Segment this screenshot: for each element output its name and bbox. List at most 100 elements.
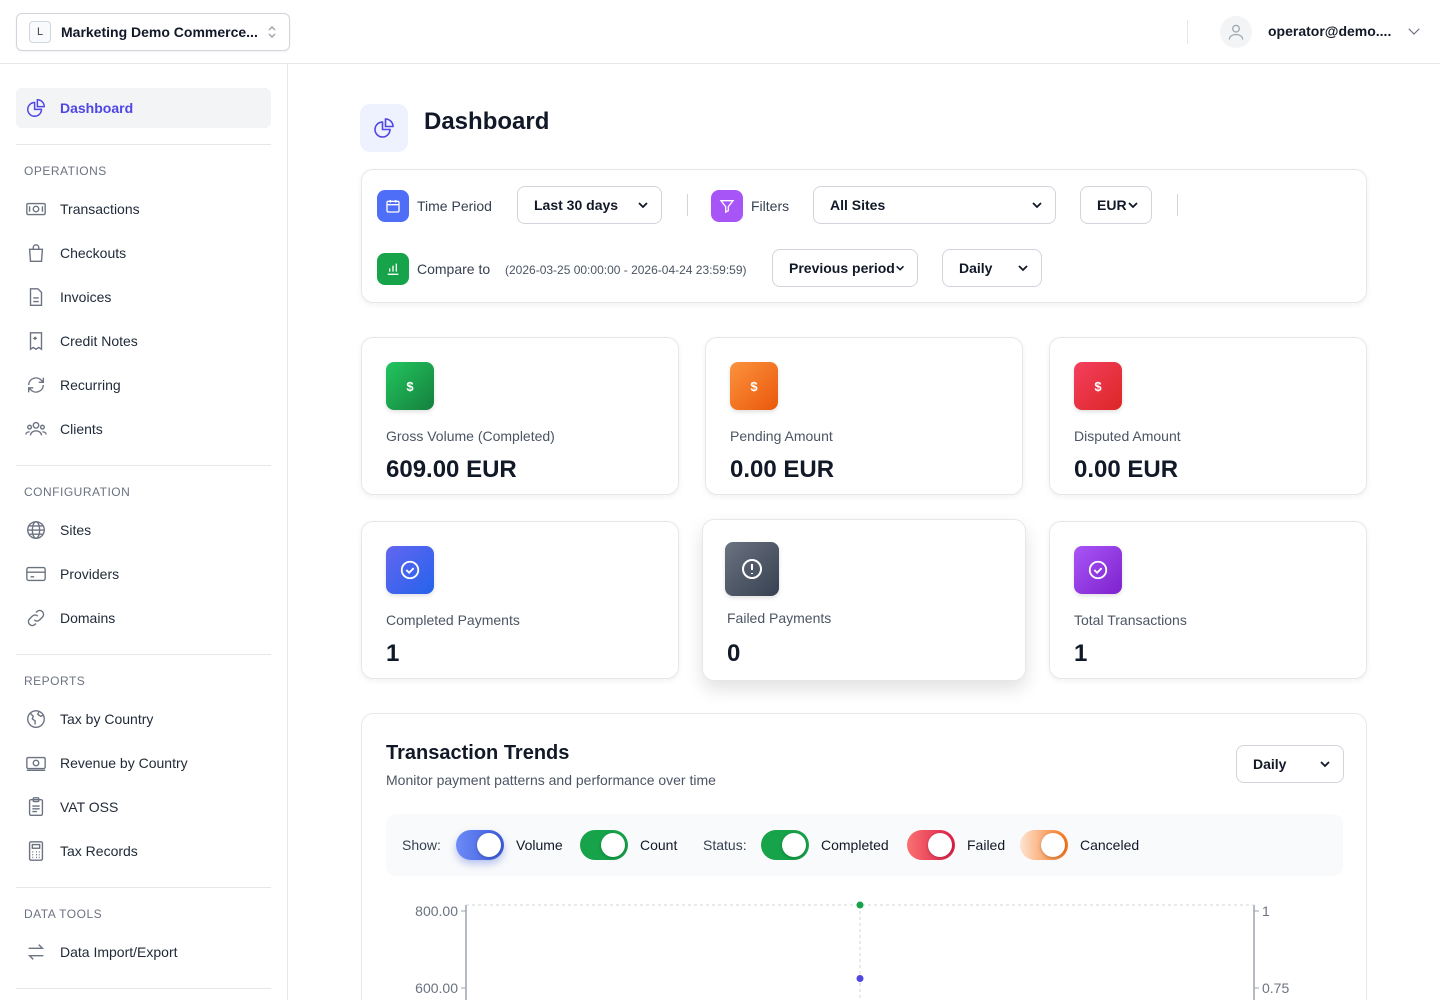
- check-circle-icon: [386, 546, 434, 594]
- sites-select[interactable]: All Sites: [813, 186, 1056, 224]
- currency-value: EUR: [1097, 197, 1127, 213]
- dollar-icon: $: [1074, 362, 1122, 410]
- sidebar-item-label: Checkouts: [60, 245, 127, 261]
- chevron-down-icon[interactable]: [1405, 22, 1423, 45]
- sidebar-item-label: Recurring: [60, 377, 121, 393]
- funnel-icon: [711, 190, 743, 222]
- chevron-up-down-icon: [267, 25, 277, 39]
- time-period-label: Time Period: [417, 198, 492, 214]
- stat-value: 1: [386, 640, 400, 667]
- stat-label: Failed Payments: [727, 610, 832, 626]
- filter-separator: [687, 194, 688, 216]
- stat-card-disputed-amount: $ Disputed Amount 0.00 EUR: [1049, 337, 1367, 495]
- sidebar-item-label: Credit Notes: [60, 333, 138, 349]
- right-axis-tick-label: 0.75: [1262, 980, 1289, 996]
- sidebar-item-data-import-export[interactable]: Data Import/Export: [16, 932, 271, 972]
- site-name: Marketing Demo Commerce...: [61, 24, 258, 40]
- stat-value: 0: [727, 640, 741, 667]
- left-axis-tick-label: 800.00: [415, 903, 458, 919]
- credit-card-icon: [24, 562, 48, 586]
- sidebar-item-checkouts[interactable]: Checkouts: [16, 233, 271, 273]
- link-icon: [24, 606, 48, 630]
- stat-card-gross-volume: $ Gross Volume (Completed) 609.00 EUR: [361, 337, 679, 495]
- chevron-down-icon: [895, 265, 904, 271]
- stat-label: Total Transactions: [1074, 612, 1187, 628]
- data-point-count: [856, 901, 864, 909]
- stat-value: 0.00 EUR: [1074, 456, 1179, 483]
- check-circle-icon: [1074, 546, 1122, 594]
- sidebar-item-vat-oss[interactable]: VAT OSS: [16, 787, 271, 827]
- filters-label: Filters: [751, 198, 790, 214]
- clipboard-icon: [24, 795, 48, 819]
- sidebar-item-label: Invoices: [60, 289, 112, 305]
- site-badge: L: [29, 21, 51, 43]
- sites-value: All Sites: [830, 197, 886, 213]
- sidebar-item-invoices[interactable]: Invoices: [16, 277, 271, 317]
- compare-range: (2026-03-25 00:00:00 - 2026-04-24 23:59:…: [505, 263, 747, 277]
- stat-label: Disputed Amount: [1074, 428, 1181, 444]
- calculator-icon: [24, 839, 48, 863]
- sidebar-item-credit-notes[interactable]: Credit Notes: [16, 321, 271, 361]
- section-title-reports: REPORTS: [24, 674, 86, 688]
- sidebar-item-recurring[interactable]: Recurring: [16, 365, 271, 405]
- sidebar-item-tax-by-country[interactable]: Tax by Country: [16, 699, 271, 739]
- chart-bar-icon: [377, 253, 409, 285]
- receipt-refund-icon: [24, 329, 48, 353]
- sidebar-item-transactions[interactable]: Transactions: [16, 189, 271, 229]
- sidebar-divider: [16, 988, 271, 989]
- filter-separator: [1177, 194, 1178, 216]
- dollar-icon: $: [730, 362, 778, 410]
- calendar-icon: [377, 190, 409, 222]
- user-icon[interactable]: [1220, 16, 1252, 48]
- banknotes-icon: [24, 751, 48, 775]
- chart-pie-icon: [24, 96, 48, 120]
- sidebar-divider: [16, 887, 271, 888]
- sidebar-item-label: Tax by Country: [60, 711, 154, 727]
- stat-label: Completed Payments: [386, 612, 520, 628]
- granularity-select[interactable]: Daily: [942, 249, 1042, 287]
- filters-card: Time Period Last 30 days Filters All Sit…: [361, 169, 1367, 303]
- section-title-operations: OPERATIONS: [24, 164, 107, 178]
- sidebar-item-providers[interactable]: Providers: [16, 554, 271, 594]
- sidebar-item-label: Domains: [60, 610, 116, 626]
- transaction-trends-card: Transaction Trends Monitor payment patte…: [361, 713, 1367, 1000]
- sidebar-item-dashboard[interactable]: Dashboard: [16, 88, 271, 128]
- right-axis-tick-label: 1: [1262, 903, 1270, 919]
- currency-select[interactable]: EUR: [1080, 186, 1152, 224]
- time-period-value: Last 30 days: [534, 197, 619, 213]
- sidebar-item-revenue-by-country[interactable]: Revenue by Country: [16, 743, 271, 783]
- stat-value: 1: [1074, 640, 1088, 667]
- stat-value: 609.00 EUR: [386, 456, 517, 483]
- stat-label: Gross Volume (Completed): [386, 428, 555, 444]
- stat-card-pending-amount: $ Pending Amount 0.00 EUR: [705, 337, 1023, 495]
- sidebar-item-clients[interactable]: Clients: [16, 409, 271, 449]
- compare-value: Previous period: [789, 260, 895, 276]
- compare-select[interactable]: Previous period: [772, 249, 918, 287]
- stat-value: 0.00 EUR: [730, 456, 835, 483]
- chevron-down-icon: [1018, 265, 1028, 272]
- sidebar-divider: [16, 465, 271, 466]
- page-title: Dashboard: [424, 108, 550, 135]
- granularity-value: Daily: [959, 260, 993, 276]
- trends-chart: 800.00 600.00 1 0.75: [415, 901, 1289, 1000]
- sidebar-item-domains[interactable]: Domains: [16, 598, 271, 638]
- stat-card-total-transactions: Total Transactions 1: [1049, 521, 1367, 679]
- chevron-down-icon: [1128, 202, 1138, 209]
- section-title-data-tools: DATA TOOLS: [24, 907, 103, 921]
- cash-icon: [24, 197, 48, 221]
- site-switcher[interactable]: L Marketing Demo Commerce...: [16, 13, 290, 51]
- sidebar-divider: [16, 144, 271, 145]
- sidebar-item-sites[interactable]: Sites: [16, 510, 271, 550]
- top-bar: L Marketing Demo Commerce... operator@de…: [0, 0, 1440, 64]
- sidebar-item-label: Sites: [60, 522, 92, 538]
- sidebar-item-tax-records[interactable]: Tax Records: [16, 831, 271, 871]
- chevron-down-icon: [1032, 202, 1042, 209]
- stat-card-failed-payments: Failed Payments 0: [702, 519, 1026, 681]
- stat-card-completed-payments: Completed Payments 1: [361, 521, 679, 679]
- sidebar-divider: [16, 654, 271, 655]
- time-period-select[interactable]: Last 30 days: [517, 186, 662, 224]
- sidebar-item-label: Transactions: [60, 201, 140, 217]
- sidebar-item-label: Dashboard: [60, 100, 134, 116]
- user-email[interactable]: operator@demo....: [1268, 23, 1391, 39]
- sidebar-item-label: Clients: [60, 421, 103, 437]
